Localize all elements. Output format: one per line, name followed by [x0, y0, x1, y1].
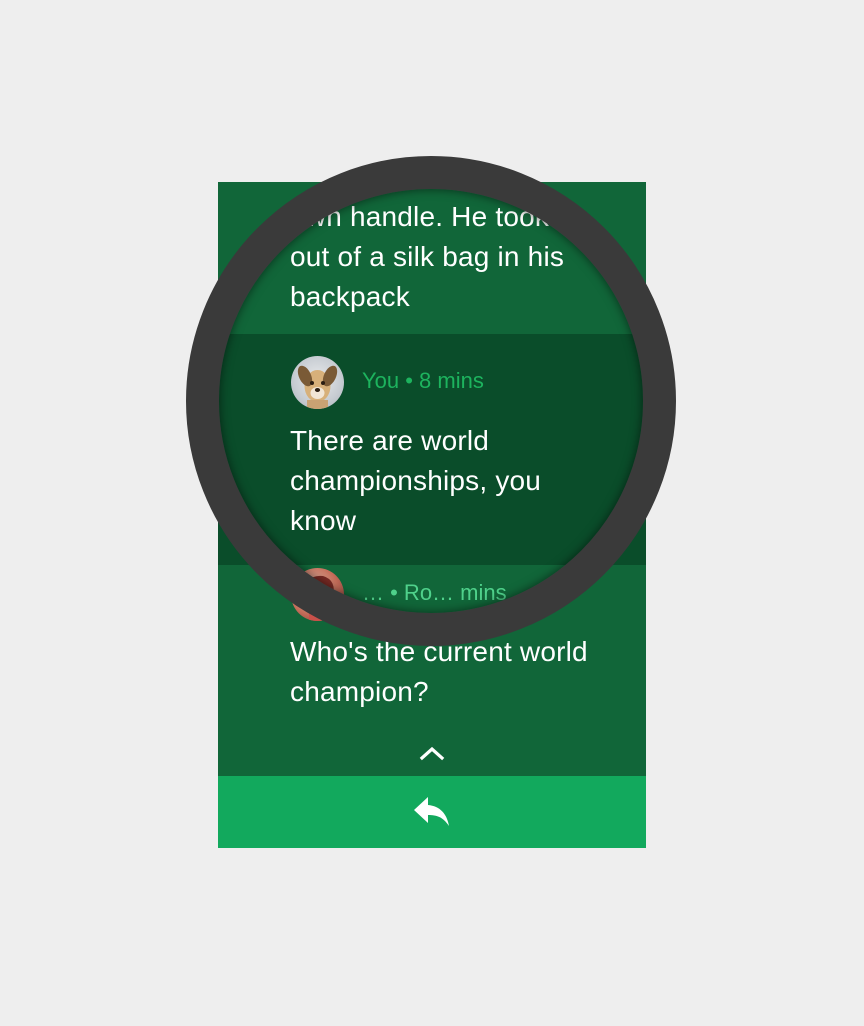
- message-item-selected[interactable]: You • 8 mins There are world championshi…: [218, 334, 646, 565]
- message-meta: … • Ro… mins: [362, 580, 507, 605]
- dog-avatar-icon: [297, 365, 338, 409]
- reply-button[interactable]: [218, 776, 646, 848]
- chevron-up-icon: [419, 746, 445, 761]
- reply-icon: [414, 797, 449, 826]
- expand-button[interactable]: [218, 730, 646, 776]
- message-item[interactable]: own handle. He took out of a silk bag in…: [218, 182, 646, 334]
- avatar: [291, 356, 344, 409]
- message-text: own handle. He took out of a silk bag in…: [290, 201, 565, 312]
- message-meta: You • 8 mins: [362, 368, 484, 393]
- person-avatar-icon: [301, 575, 334, 621]
- watch-screen: own handle. He took out of a silk bag in…: [218, 182, 646, 848]
- avatar: [291, 568, 344, 621]
- message-text: There are world championships, you know: [290, 425, 542, 536]
- message-text: Who's the current world champion?: [290, 636, 588, 707]
